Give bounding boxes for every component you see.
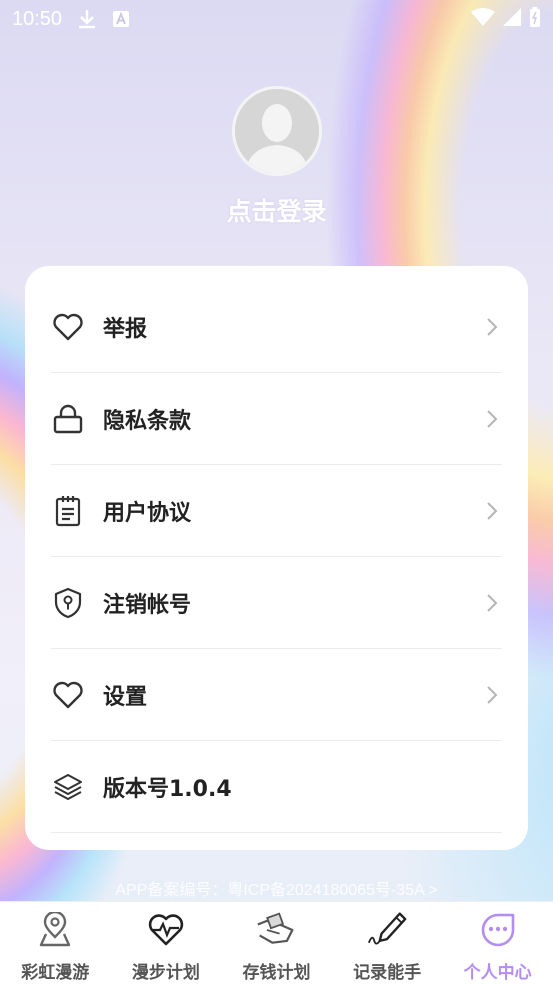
menu-item-label: 用户协议 [103, 500, 192, 526]
avatar[interactable] [232, 86, 322, 176]
menu-item-settings[interactable]: 设置 [51, 649, 502, 741]
tab-personal-center[interactable]: 个人中心 [442, 902, 553, 984]
chevron-right-icon [482, 685, 502, 705]
menu-item-label: 隐私条款 [103, 408, 192, 434]
heart-pulse-icon [146, 910, 186, 950]
status-right-icons [471, 6, 541, 32]
menu-card: 举报 隐私条款 用户协议 注销帐号 设置 版本号1.0.4 [25, 266, 528, 850]
bottom-nav: 彩虹漫游 漫步计划 存钱计划 记录能手 个人中心 [0, 901, 553, 984]
chevron-right-icon [482, 501, 502, 521]
menu-item-delete-account[interactable]: 注销帐号 [51, 557, 502, 649]
version-label: 版本号1.0.4 [103, 776, 232, 802]
tab-label: 记录能手 [353, 963, 422, 983]
hand-money-icon [256, 910, 296, 950]
menu-item-user-agreement[interactable]: 用户协议 [51, 465, 502, 557]
menu-item-label: 设置 [103, 684, 148, 710]
menu-item-label: 注销帐号 [103, 592, 192, 618]
login-link[interactable]: 点击登录 [0, 192, 553, 228]
tab-savings-plan[interactable]: 存钱计划 [221, 902, 332, 984]
menu-item-version: 版本号1.0.4 [51, 741, 502, 833]
chevron-right-icon [482, 409, 502, 429]
tab-label: 彩虹漫游 [21, 963, 90, 983]
clipboard-icon [51, 494, 85, 528]
signal-icon [503, 7, 521, 31]
heart-icon [51, 678, 85, 712]
battery-icon [529, 6, 541, 32]
heart-icon [51, 310, 85, 344]
tab-label: 漫步计划 [131, 963, 200, 983]
a-notification-icon [110, 8, 132, 30]
tab-rainbow-roam[interactable]: 彩虹漫游 [0, 902, 111, 984]
tab-walk-plan[interactable]: 漫步计划 [111, 902, 222, 984]
menu-item-privacy[interactable]: 隐私条款 [51, 373, 502, 465]
tab-label: 存钱计划 [242, 963, 311, 983]
default-avatar-icon [235, 89, 319, 173]
map-pin-icon [35, 910, 75, 950]
menu-item-label: 举报 [103, 316, 148, 342]
download-icon [76, 8, 98, 30]
smiley-chat-icon [478, 910, 518, 950]
layers-icon [51, 770, 85, 804]
tab-record-master[interactable]: 记录能手 [332, 902, 443, 984]
status-bar: 10:50 [0, 0, 553, 38]
menu-item-report[interactable]: 举报 [51, 281, 502, 373]
chevron-right-icon [482, 317, 502, 337]
tab-label: 个人中心 [463, 963, 532, 983]
status-time: 10:50 [12, 7, 63, 30]
pen-signature-icon [367, 910, 407, 950]
chevron-right-icon [482, 593, 502, 613]
icp-filing-link[interactable]: APP备案编号：粤ICP备2024180065号-35A > [0, 876, 553, 900]
shield-key-icon [51, 586, 85, 620]
wifi-icon [471, 7, 495, 31]
lock-icon [51, 402, 85, 436]
